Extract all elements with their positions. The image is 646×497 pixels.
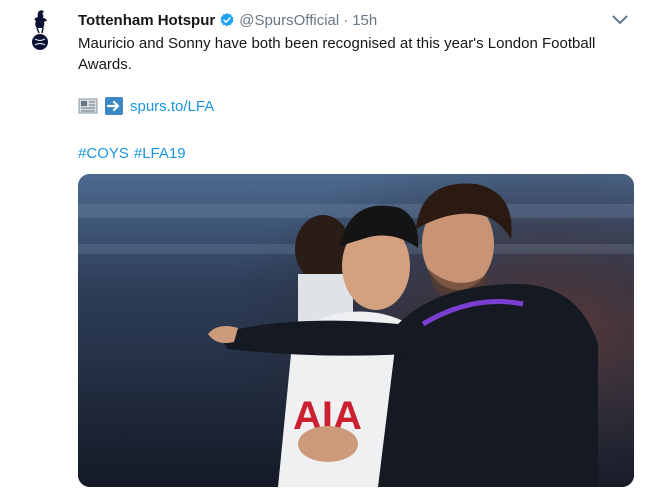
tweet-timestamp[interactable]: 15h <box>352 12 377 29</box>
more-options-button[interactable] <box>610 10 630 30</box>
tweet-text: Mauricio and Sonny have both been recogn… <box>78 35 596 73</box>
tweet-photo[interactable]: AIA <box>78 174 634 487</box>
tweet-header: Tottenham Hotspur @SpursOfficial · 15h <box>78 9 377 31</box>
photo-illustration: AIA <box>78 174 634 487</box>
hashtag-lfa19[interactable]: #LFA19 <box>134 145 186 162</box>
verified-badge-icon <box>220 13 234 27</box>
link-row: spurs.to/LFA <box>78 95 214 117</box>
author-name[interactable]: Tottenham Hotspur <box>78 12 215 29</box>
chevron-down-icon <box>612 15 628 24</box>
author-handle[interactable]: @SpursOfficial <box>239 12 339 29</box>
cockerel-crest-icon <box>32 10 48 50</box>
separator-dot: · <box>343 11 349 29</box>
right-arrow-emoji-icon <box>105 97 123 115</box>
newspaper-emoji-icon <box>78 98 98 114</box>
hashtag-coys[interactable]: #COYS <box>78 145 129 162</box>
author-avatar[interactable] <box>18 8 62 52</box>
tweet-card: Tottenham Hotspur @SpursOfficial · 15h M… <box>0 0 646 497</box>
hashtag-row: #COYS #LFA19 <box>78 142 191 164</box>
tweet-link[interactable]: spurs.to/LFA <box>130 98 214 115</box>
